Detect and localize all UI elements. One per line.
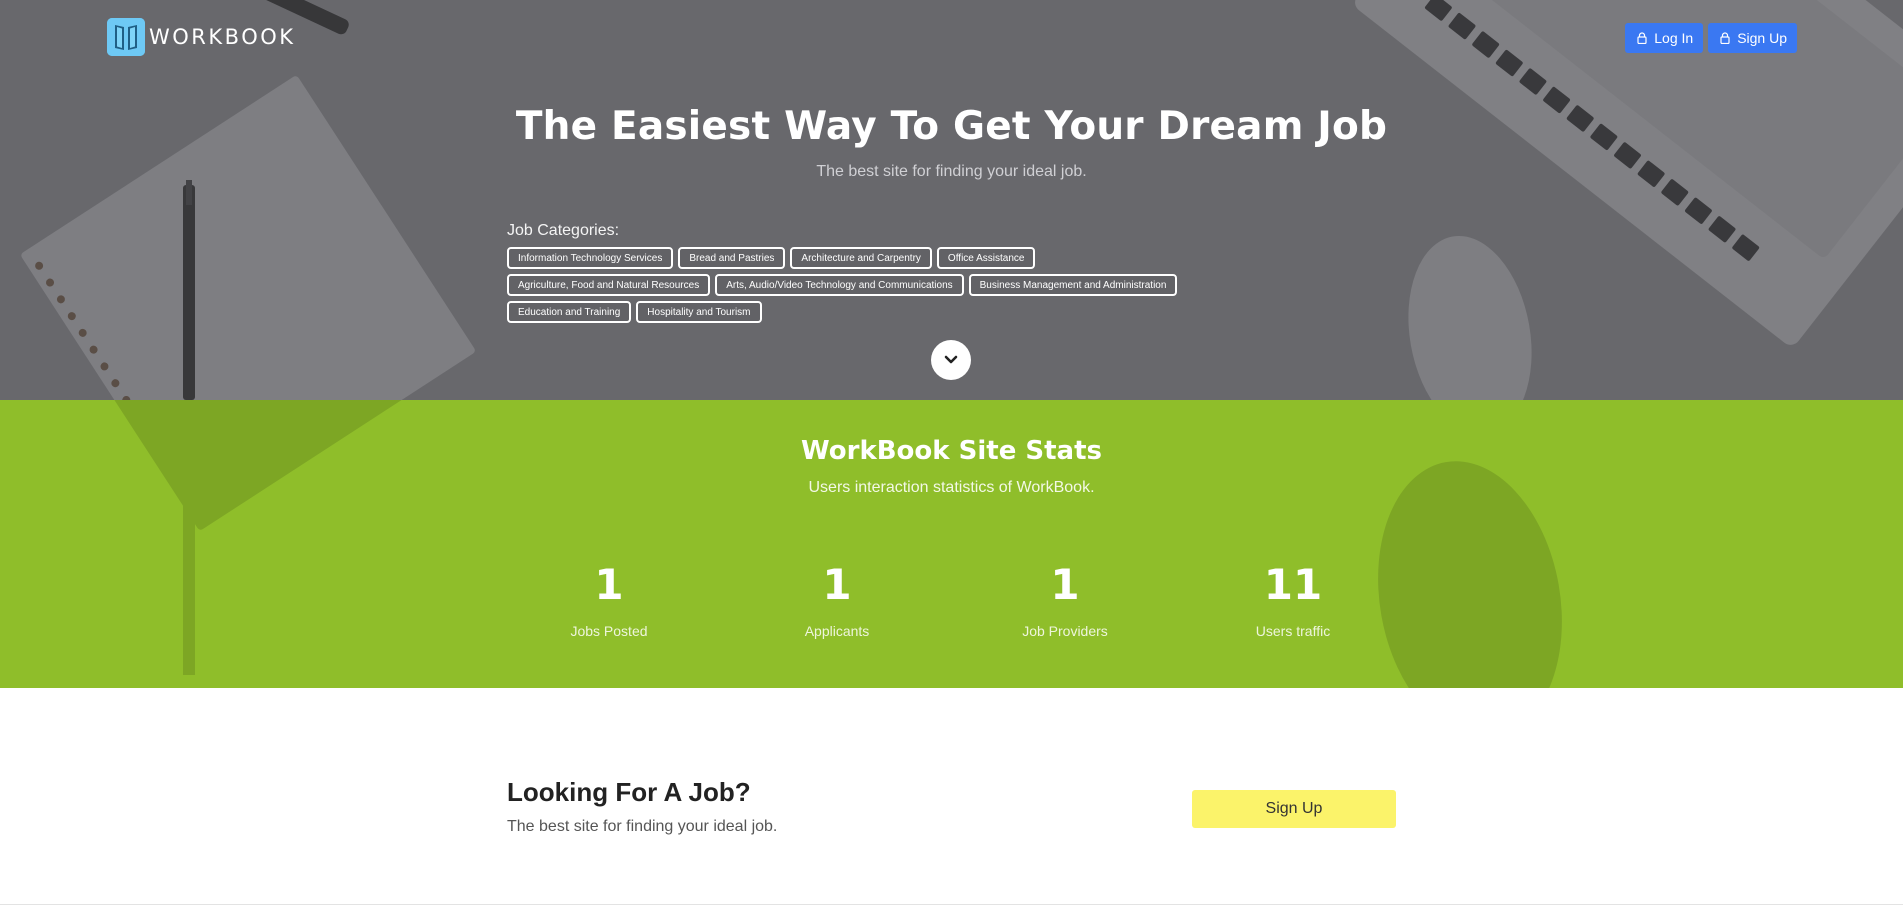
category-chip[interactable]: Office Assistance xyxy=(936,247,1036,269)
stat-value: 1 xyxy=(594,560,624,609)
job-categories-list: Information Technology Services Bread an… xyxy=(507,247,1207,323)
signup-label: Sign Up xyxy=(1737,30,1787,46)
login-button[interactable]: Log In xyxy=(1625,23,1704,53)
stat-applicants: 1 Applicants xyxy=(737,560,937,639)
cta-subtitle: The best site for finding your ideal job… xyxy=(507,818,778,835)
nav-buttons: Log In Sign Up xyxy=(1625,23,1797,53)
login-label: Log In xyxy=(1654,30,1694,46)
hero-title: The Easiest Way To Get Your Dream Job xyxy=(515,104,1388,149)
cta-section: Looking For A Job? The best site for fin… xyxy=(0,688,1903,905)
signup-button[interactable]: Sign Up xyxy=(1708,23,1797,53)
stats-subtitle: Users interaction statistics of WorkBook… xyxy=(808,479,1095,496)
hero-subtitle: The best site for finding your ideal job… xyxy=(816,163,1087,180)
stats-title: WorkBook Site Stats xyxy=(801,436,1102,466)
stat-label: Users traffic xyxy=(1255,623,1331,639)
stat-value: 1 xyxy=(1050,560,1080,609)
category-chip[interactable]: Hospitality and Tourism xyxy=(636,301,762,323)
hero-section: WORKBOOK Log In Sign Up The Easiest Way … xyxy=(0,0,1903,400)
category-chip[interactable]: Education and Training xyxy=(507,301,632,323)
category-chip[interactable]: Arts, Audio/Video Technology and Communi… xyxy=(715,274,964,296)
stat-jobs-posted: 1 Jobs Posted xyxy=(509,560,709,639)
category-chip[interactable]: Agriculture, Food and Natural Resources xyxy=(507,274,711,296)
stat-label: Job Providers xyxy=(1022,623,1108,639)
category-chip[interactable]: Business Management and Administration xyxy=(968,274,1178,296)
scroll-down-button[interactable] xyxy=(931,340,971,380)
brand-name: WORKBOOK xyxy=(149,25,296,49)
cta-signup-button[interactable]: Sign Up xyxy=(1192,790,1396,828)
cta-title: Looking For A Job? xyxy=(507,777,751,807)
stat-value: 1 xyxy=(822,560,852,609)
site-stats-section: WorkBook Site Stats Users interaction st… xyxy=(0,400,1903,688)
job-categories-label: Job Categories: xyxy=(507,222,620,239)
brand-logo[interactable]: WORKBOOK xyxy=(107,18,296,56)
stat-label: Jobs Posted xyxy=(570,623,648,639)
lock-icon xyxy=(1637,32,1647,44)
stat-value: 11 xyxy=(1263,560,1323,609)
category-chip[interactable]: Architecture and Carpentry xyxy=(790,247,932,269)
book-icon xyxy=(107,18,145,56)
stat-label: Applicants xyxy=(804,623,870,639)
stat-users-traffic: 11 Users traffic xyxy=(1193,560,1393,639)
category-chip[interactable]: Information Technology Services xyxy=(507,247,674,269)
chevron-down-icon xyxy=(944,355,958,364)
category-chip[interactable]: Bread and Pastries xyxy=(678,247,786,269)
lock-icon xyxy=(1720,32,1730,44)
stat-job-providers: 1 Job Providers xyxy=(965,560,1165,639)
